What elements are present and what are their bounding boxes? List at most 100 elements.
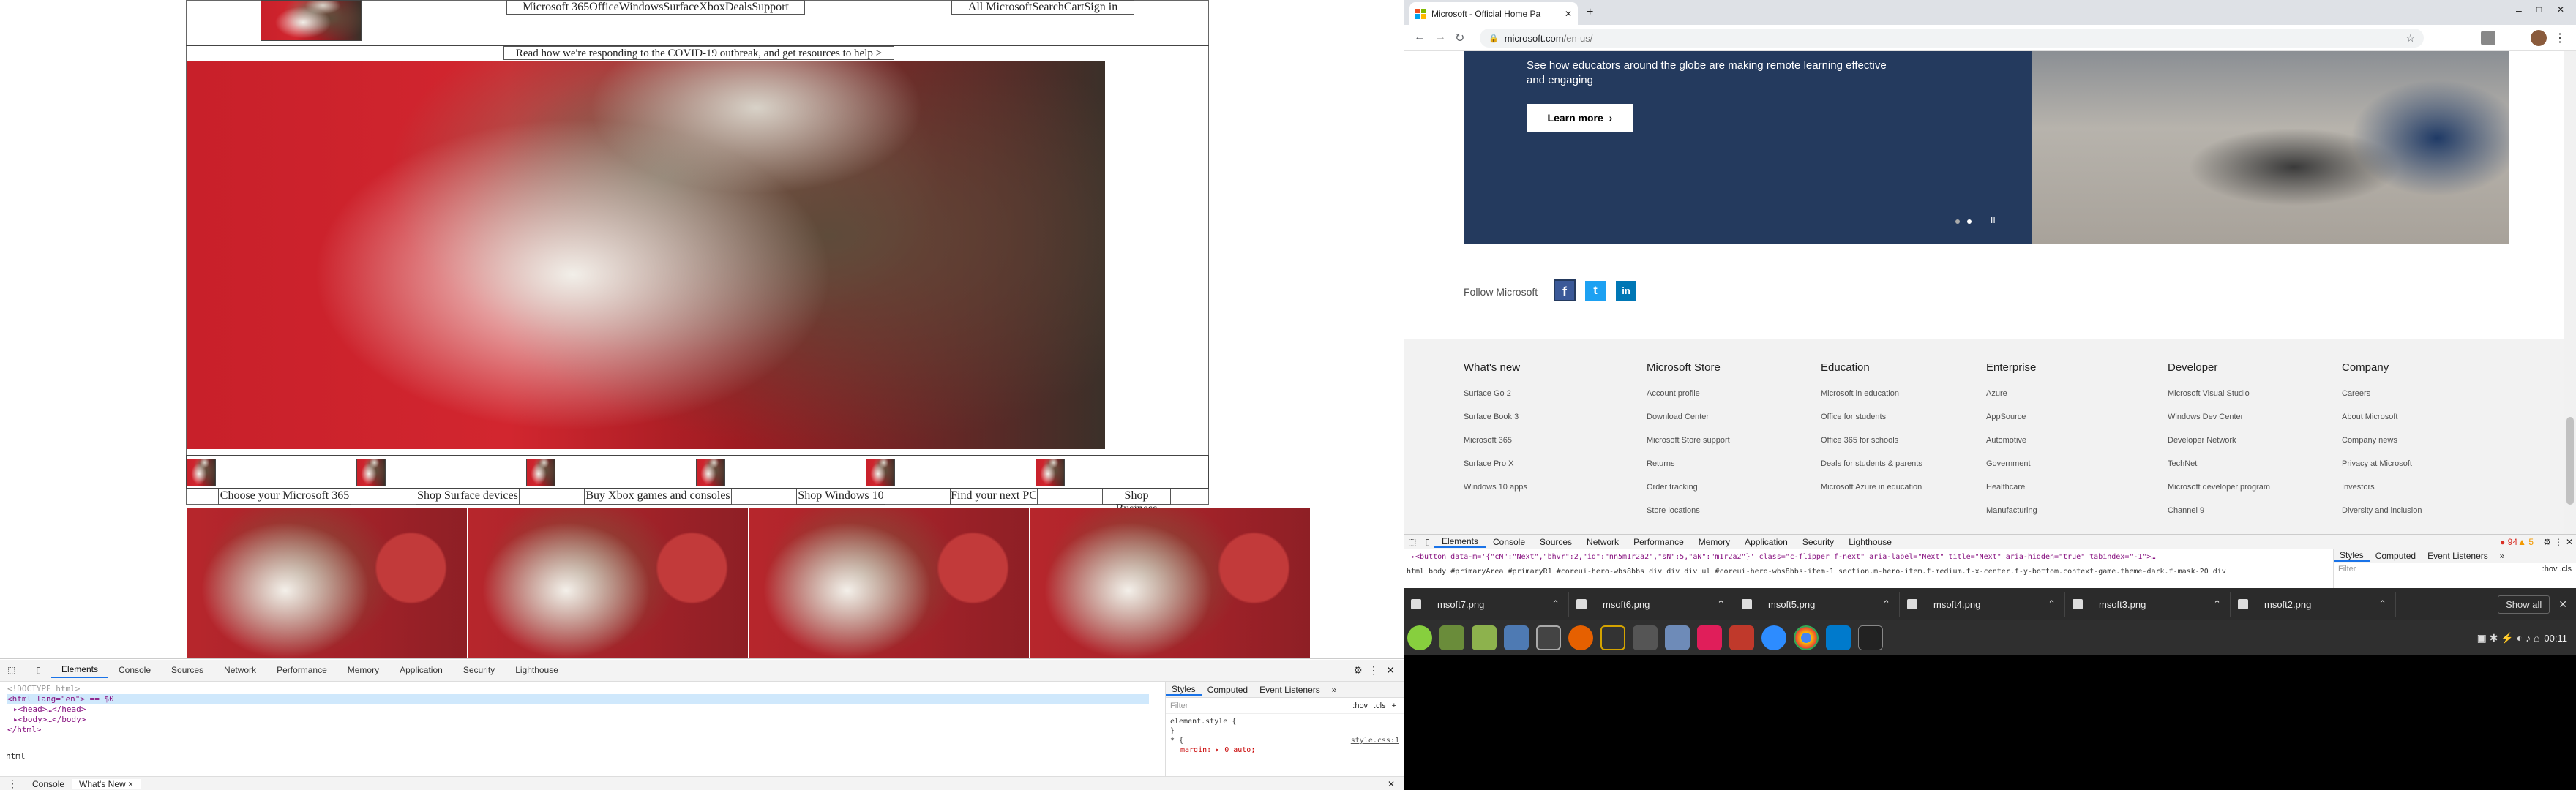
tab-elements[interactable]: Elements xyxy=(1434,536,1486,548)
bookmark-star-icon[interactable]: ☆ xyxy=(2405,32,2415,45)
close-shelf-icon[interactable]: ✕ xyxy=(2558,598,2567,611)
tab-lighthouse[interactable]: Lighthouse xyxy=(1841,537,1899,547)
download-item[interactable]: msoft6.png ⌃ xyxy=(1569,592,1734,617)
drawer-close-icon[interactable]: ✕ xyxy=(1388,779,1395,789)
element-style-rule[interactable]: element.style { xyxy=(1170,717,1399,726)
footer-link[interactable]: Diversity and inclusion xyxy=(2342,499,2517,522)
tile-image-1[interactable] xyxy=(187,508,467,658)
footer-link[interactable]: Manufacturing xyxy=(1986,499,2162,522)
carousel-dot-1[interactable] xyxy=(1955,219,1960,224)
reload-icon[interactable]: ↻ xyxy=(1455,31,1464,45)
browser-tab[interactable]: Microsoft - Official Home Pa ✕ xyxy=(1409,2,1578,25)
tile-image-4[interactable] xyxy=(1030,508,1310,658)
footer-link[interactable]: Download Center xyxy=(1647,405,1815,429)
carousel-dot-2[interactable] xyxy=(1967,219,1972,224)
footer-link[interactable]: Channel 9 xyxy=(2168,499,2336,522)
covid-banner-text[interactable]: Read how we're responding to the COVID-1… xyxy=(516,48,882,59)
learn-more-button[interactable]: Learn more › xyxy=(1527,104,1633,132)
tab-security[interactable]: Security xyxy=(1795,537,1841,547)
profile-avatar[interactable] xyxy=(2531,30,2547,46)
device-icon[interactable]: ▯ xyxy=(1420,537,1434,547)
footer-link[interactable]: Returns xyxy=(1647,452,1815,475)
footer-link[interactable]: Privacy at Microsoft xyxy=(2342,452,2517,475)
download-item[interactable]: msoft3.png ⌃ xyxy=(2065,592,2231,617)
tab-console[interactable]: Console xyxy=(108,663,161,677)
tab-network[interactable]: Network xyxy=(214,663,266,677)
footer-link[interactable]: Office for students xyxy=(1821,405,1982,429)
tab-security[interactable]: Security xyxy=(453,663,505,677)
html-close-line[interactable]: </html> xyxy=(7,725,1149,735)
forward-icon[interactable]: → xyxy=(1434,31,1446,44)
browser-app-icon[interactable] xyxy=(1504,625,1529,650)
hov-toggle[interactable]: :hov xyxy=(1349,701,1371,710)
footer-link[interactable]: Deals for students & parents xyxy=(1821,452,1982,475)
thumb-1[interactable] xyxy=(187,459,216,486)
error-count-badge[interactable]: ● 94 xyxy=(2500,537,2517,547)
universal-rule[interactable]: * { xyxy=(1170,736,1183,745)
footer-link[interactable]: Surface Pro X xyxy=(1464,452,1639,475)
main-nav-text[interactable]: Microsoft 365OfficeWindowsSurfaceXboxDea… xyxy=(523,1,789,13)
thumb-4[interactable] xyxy=(696,459,725,486)
console-app-icon[interactable] xyxy=(1858,625,1883,650)
footer-link[interactable]: Surface Book 3 xyxy=(1464,405,1639,429)
download-item[interactable]: msoft4.png ⌃ xyxy=(1900,592,2065,617)
zoom-icon[interactable] xyxy=(1761,625,1786,650)
footer-link[interactable]: Order tracking xyxy=(1647,475,1815,499)
tab-console[interactable]: Console xyxy=(1486,537,1532,547)
footer-link[interactable]: Microsoft developer program xyxy=(2168,475,2336,499)
chevron-up-icon[interactable]: ⌃ xyxy=(1882,598,1890,610)
dom-breadcrumb[interactable]: html xyxy=(6,751,26,761)
download-item[interactable]: msoft7.png ⌃ xyxy=(1404,592,1569,617)
link-xbox[interactable]: Buy Xbox games and consoles xyxy=(584,489,732,505)
cls-toggle[interactable]: .cls xyxy=(1371,701,1389,710)
tab-network[interactable]: Network xyxy=(1579,537,1626,547)
footer-link[interactable]: Windows Dev Center xyxy=(2168,405,2336,429)
tab-memory[interactable]: Memory xyxy=(1691,537,1737,547)
twitter-icon[interactable]: t xyxy=(1585,281,1606,301)
ide-app-icon[interactable] xyxy=(1600,625,1625,650)
clock[interactable]: 00:11 xyxy=(2544,633,2567,644)
drawer-menu-icon[interactable]: ⋮ xyxy=(0,778,25,790)
rule-source-link[interactable]: style.css:1 xyxy=(1351,736,1399,745)
lock-icon[interactable]: 🔒 xyxy=(1489,34,1499,43)
maximize-button[interactable]: □ xyxy=(2536,4,2542,15)
tray-icons[interactable]: ▣ ✱ ⚡ ◐ ♪ ⌂ xyxy=(2477,632,2540,644)
thumb-6[interactable] xyxy=(1036,459,1065,486)
thumb-2[interactable] xyxy=(356,459,386,486)
tab-lighthouse[interactable]: Lighthouse xyxy=(505,663,569,677)
right-nav[interactable]: All MicrosoftSearchCartSign in xyxy=(951,0,1134,15)
tab-memory[interactable]: Memory xyxy=(337,663,389,677)
thumb-5[interactable] xyxy=(866,459,895,486)
head-line[interactable]: ▸<head>…</head> xyxy=(7,704,1149,715)
tab-performance[interactable]: Performance xyxy=(266,663,337,677)
tools-app-icon[interactable] xyxy=(1633,625,1658,650)
device-icon[interactable]: ▯ xyxy=(26,663,51,677)
drawer-console-tab[interactable]: Console xyxy=(25,779,72,789)
footer-link[interactable]: Microsoft in education xyxy=(1821,382,1982,405)
hov-cls-toggle[interactable]: :hov .cls xyxy=(2542,565,2572,573)
sublime-icon[interactable] xyxy=(1729,625,1754,650)
chevron-up-icon[interactable]: ⌃ xyxy=(2213,598,2221,610)
footer-link[interactable]: Company news xyxy=(2342,429,2517,452)
doctype-line[interactable]: <!DOCTYPE html> xyxy=(7,684,1149,694)
facebook-icon[interactable]: f xyxy=(1554,279,1576,301)
more-tabs-button[interactable]: » xyxy=(1326,685,1343,695)
footer-link[interactable]: Microsoft Visual Studio xyxy=(2168,382,2336,405)
footer-link[interactable]: Careers xyxy=(2342,382,2517,405)
tab-application[interactable]: Application xyxy=(389,663,453,677)
terminal-app-icon[interactable] xyxy=(1439,625,1464,650)
mint-menu-icon[interactable] xyxy=(1407,625,1432,650)
thumb-3[interactable] xyxy=(526,459,555,486)
link-text[interactable]: Find your next PC xyxy=(951,489,1037,502)
covid-banner[interactable]: Read how we're responding to the COVID-1… xyxy=(503,46,894,60)
tab-sources[interactable]: Sources xyxy=(161,663,214,677)
link-business[interactable]: Shop Business xyxy=(1102,489,1171,515)
address-bar[interactable]: 🔒 microsoft.com/en-us/ ☆ xyxy=(1480,29,2424,48)
footer-link[interactable]: Microsoft 365 xyxy=(1464,429,1639,452)
scrollbar-thumb[interactable] xyxy=(2566,417,2574,505)
tile-image-2[interactable] xyxy=(468,508,748,658)
footer-link[interactable]: Surface Go 2 xyxy=(1464,382,1639,405)
footer-link[interactable]: AppSource xyxy=(1986,405,2162,429)
chrome-icon[interactable] xyxy=(1794,625,1819,650)
files-folder-icon[interactable] xyxy=(1472,625,1497,650)
